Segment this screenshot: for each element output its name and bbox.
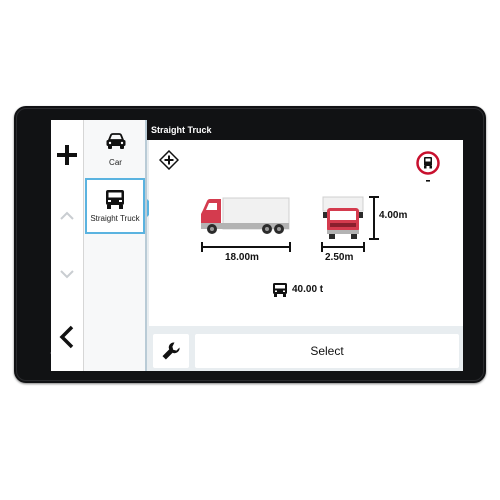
add-vehicle-button[interactable] — [54, 142, 80, 168]
truck-front-illustration — [322, 196, 364, 239]
truck-side-illustration — [201, 197, 290, 234]
height-value: 4.00m — [379, 210, 408, 221]
truck-weight-icon — [273, 283, 287, 297]
weight-value: 40.00 t — [292, 284, 324, 295]
screen: Car Straight Truck Straight Truck 18.00m… — [51, 120, 463, 371]
select-button[interactable]: Select — [195, 334, 459, 368]
width-value: 2.50m — [325, 252, 354, 263]
vehicle-item-straight-truck[interactable]: Straight Truck — [85, 178, 145, 234]
width-dimension-line — [321, 246, 365, 248]
wrench-icon — [162, 342, 180, 360]
vehicle-item-label: Straight Truck — [90, 214, 140, 223]
height-dimension-line — [373, 196, 375, 240]
length-dimension-line — [201, 246, 291, 248]
hazmat-icon[interactable] — [159, 150, 179, 170]
truck-restriction-icon — [416, 151, 440, 182]
length-dimension-cap-left — [201, 242, 203, 252]
chevron-up-icon — [60, 211, 74, 220]
vehicle-list: Car Straight Truck — [84, 120, 147, 371]
height-dimension-cap-top — [369, 196, 379, 198]
width-dimension-cap-left — [321, 242, 323, 252]
scroll-down-button[interactable] — [59, 266, 75, 282]
truck-icon — [106, 190, 124, 209]
height-dimension-cap-bottom — [369, 238, 379, 240]
vehicle-item-label: Car — [109, 158, 122, 167]
width-dimension-cap-right — [363, 242, 365, 252]
bottom-action-bar: Select — [147, 326, 463, 371]
length-dimension-cap-right — [289, 242, 291, 252]
vehicle-profile-panel: 18.00m 2.50m 4.00m 40.00 t — [149, 140, 463, 326]
chevron-left-icon — [59, 325, 74, 349]
chevron-down-icon — [60, 270, 74, 279]
length-value: 18.00m — [225, 252, 259, 263]
scroll-up-button[interactable] — [59, 208, 75, 224]
back-button[interactable] — [57, 324, 77, 350]
car-icon — [106, 133, 125, 149]
page-title: Straight Truck — [147, 120, 463, 140]
left-controls — [51, 120, 84, 371]
vehicle-item-car[interactable]: Car — [84, 120, 147, 172]
settings-button[interactable] — [153, 334, 189, 368]
